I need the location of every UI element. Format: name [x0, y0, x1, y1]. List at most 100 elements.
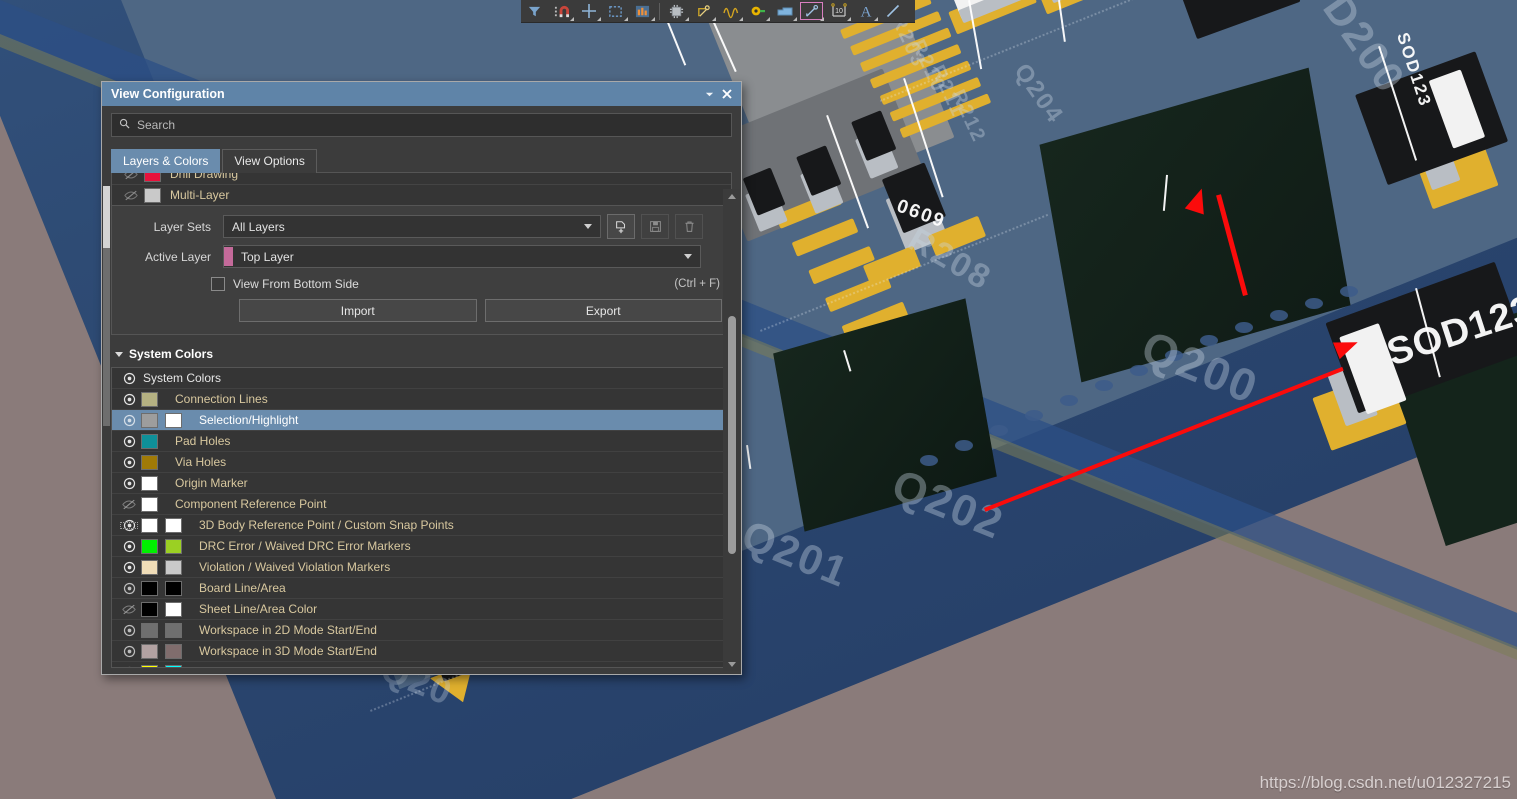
chevron-down-icon[interactable]	[115, 351, 123, 357]
color-swatch[interactable]	[165, 580, 182, 596]
place-line-icon[interactable]	[879, 0, 906, 22]
bar-chart-icon[interactable]	[629, 0, 656, 22]
system-color-row-selection-highlight[interactable]: Selection/Highlight	[112, 410, 731, 431]
eye-visible-icon[interactable]	[117, 393, 141, 406]
delete-layer-set-icon[interactable]	[675, 214, 703, 239]
color-swatch[interactable]	[165, 664, 182, 667]
active-layer-dropdown[interactable]: Top Layer	[223, 245, 701, 268]
color-swatch[interactable]	[165, 517, 182, 533]
color-swatch[interactable]	[141, 391, 158, 407]
color-swatch[interactable]	[165, 622, 182, 638]
export-button[interactable]: Export	[484, 299, 722, 322]
eye-visible-icon[interactable]	[117, 372, 141, 385]
place-component-icon[interactable]	[663, 0, 690, 22]
system-color-row-origin-marker[interactable]: Origin Marker	[112, 473, 731, 494]
color-swatch[interactable]	[141, 622, 158, 638]
chevron-down-icon[interactable]	[684, 254, 692, 259]
search-input[interactable]: Search	[111, 113, 732, 137]
system-color-row-first-second-dimension-line[interactable]: First/Second Dimension Line	[112, 662, 731, 667]
color-swatch[interactable]	[165, 559, 182, 575]
system-color-row-via-holes[interactable]: Via Holes	[112, 452, 731, 473]
dialog-left-scrollbar[interactable]	[103, 186, 110, 426]
selection-box-icon[interactable]	[602, 0, 629, 22]
place-dimension-icon[interactable]: 10	[825, 0, 852, 22]
layer-color-swatch[interactable]	[144, 173, 161, 182]
color-swatch[interactable]	[141, 496, 158, 512]
view-from-bottom-checkbox[interactable]	[211, 277, 225, 291]
eye-visible-icon[interactable]	[117, 414, 141, 427]
eye-visible-icon[interactable]	[117, 435, 141, 448]
color-swatch[interactable]	[141, 559, 158, 575]
color-swatch[interactable]	[141, 538, 158, 554]
import-button[interactable]: Import	[239, 299, 477, 322]
scroll-up-arrow-icon[interactable]	[727, 189, 736, 203]
system-color-row-board-line-area[interactable]: Board Line/Area	[112, 578, 731, 599]
eye-visible-icon[interactable]	[117, 645, 141, 658]
layer-row-drill-drawing[interactable]: Drill Drawing	[112, 173, 731, 185]
system-color-row-component-reference-point[interactable]: Component Reference Point	[112, 494, 731, 515]
eye-visible-icon[interactable]	[117, 582, 141, 595]
chevron-down-icon[interactable]	[701, 86, 717, 102]
tab-layers-and-colors[interactable]: Layers & Colors	[111, 149, 221, 173]
view-from-bottom-row[interactable]: View From Bottom Side (Ctrl + F)	[211, 277, 722, 291]
eye-visible-icon[interactable]	[117, 519, 141, 532]
system-color-row-workspace-3d[interactable]: Workspace in 3D Mode Start/End	[112, 641, 731, 662]
color-swatch[interactable]	[141, 643, 158, 659]
crosshair-icon[interactable]	[575, 0, 602, 22]
system-color-row-violation-markers[interactable]: Violation / Waived Violation Markers	[112, 557, 731, 578]
magnet-snap-icon[interactable]	[548, 0, 575, 22]
chevron-down-icon[interactable]	[584, 224, 592, 229]
system-colors-group-row[interactable]: System Colors	[112, 368, 731, 389]
eye-hidden-icon[interactable]	[118, 173, 144, 180]
system-color-row-drc-error[interactable]: DRC Error / Waived DRC Error Markers	[112, 536, 731, 557]
system-colors-list[interactable]: System Colors Connection Lines Selection…	[111, 367, 732, 668]
color-swatch[interactable]	[141, 580, 158, 596]
place-via-icon[interactable]	[744, 0, 771, 22]
layer-row-multi-layer[interactable]: Multi-Layer	[112, 185, 731, 205]
eye-visible-icon[interactable]	[117, 666, 141, 667]
color-swatch[interactable]	[141, 664, 158, 667]
save-layer-set-icon[interactable]	[641, 214, 669, 239]
eye-hidden-icon[interactable]	[117, 604, 141, 615]
system-color-row-pad-holes[interactable]: Pad Holes	[112, 431, 731, 452]
eye-visible-icon[interactable]	[117, 624, 141, 637]
eye-visible-icon[interactable]	[117, 561, 141, 574]
dialog-titlebar[interactable]: View Configuration	[102, 82, 741, 106]
eye-visible-icon[interactable]	[117, 477, 141, 490]
color-swatch[interactable]	[165, 412, 182, 428]
layer-color-swatch[interactable]	[144, 187, 161, 203]
dialog-vertical-scrollbar[interactable]	[723, 189, 740, 671]
color-swatch[interactable]	[165, 538, 182, 554]
color-swatch[interactable]	[141, 601, 158, 617]
system-colors-section-header[interactable]: System Colors	[115, 347, 732, 361]
system-color-row-3d-body-reference-point[interactable]: 3D Body Reference Point / Custom Snap Po…	[112, 515, 731, 536]
color-swatch[interactable]	[141, 475, 158, 491]
eye-visible-icon[interactable]	[117, 456, 141, 469]
layers-list-clipped[interactable]: Drill Drawing Multi-Layer	[111, 172, 732, 206]
eye-hidden-icon[interactable]	[117, 499, 141, 510]
tab-view-options[interactable]: View Options	[222, 149, 317, 173]
place-line-arrow-icon[interactable]	[798, 0, 825, 22]
eye-hidden-icon[interactable]	[118, 190, 144, 201]
system-color-row-connection-lines[interactable]: Connection Lines	[112, 389, 731, 410]
add-layer-set-icon[interactable]	[607, 214, 635, 239]
scrollbar-thumb[interactable]	[727, 316, 736, 554]
view-configuration-dialog[interactable]: View Configuration Search Layers & Color…	[101, 81, 742, 675]
interactive-length-tuning-icon[interactable]	[717, 0, 744, 22]
layer-sets-dropdown[interactable]: All Layers	[223, 215, 601, 238]
scroll-down-arrow-icon[interactable]	[727, 657, 736, 671]
color-swatch[interactable]	[165, 643, 182, 659]
system-color-row-sheet-line-area-color[interactable]: Sheet Line/Area Color	[112, 599, 731, 620]
place-fill-icon[interactable]	[771, 0, 798, 22]
color-swatch[interactable]	[165, 601, 182, 617]
dialog-tabs[interactable]: Layers & Colors View Options	[111, 149, 732, 173]
filter-icon[interactable]	[521, 0, 548, 22]
color-swatch[interactable]	[141, 433, 158, 449]
route-track-icon[interactable]	[690, 0, 717, 22]
color-swatch[interactable]	[141, 454, 158, 470]
system-color-row-workspace-2d[interactable]: Workspace in 2D Mode Start/End	[112, 620, 731, 641]
close-icon[interactable]	[719, 86, 735, 102]
color-swatch[interactable]	[141, 517, 158, 533]
place-string-icon[interactable]: A	[852, 0, 879, 22]
pcb-toolbar[interactable]: 10 A	[521, 0, 915, 23]
